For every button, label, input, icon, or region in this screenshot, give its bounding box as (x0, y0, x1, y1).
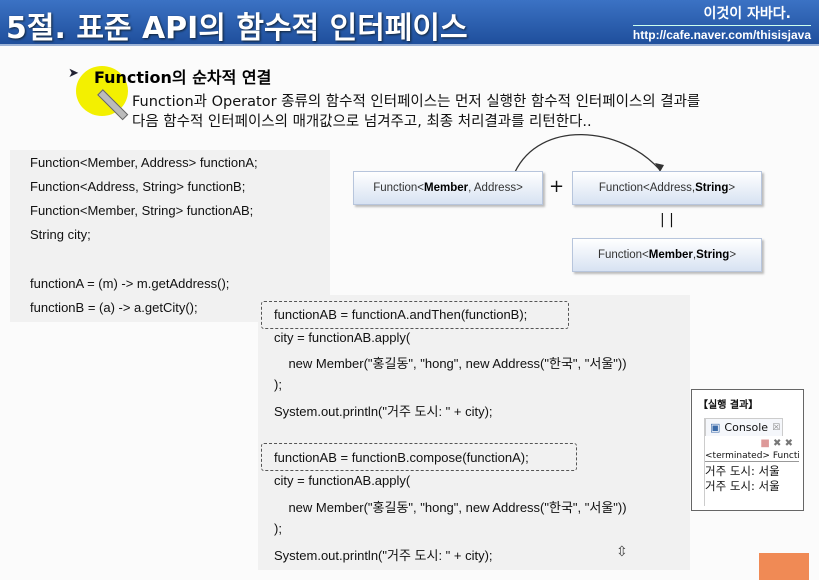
close-icon[interactable]: ☒ (772, 423, 780, 433)
console-toolbar: ■ ✖ ✖ (760, 438, 793, 449)
console-output: 거주 도시: 서울 거주 도시: 서울 (705, 462, 799, 494)
code-line: System.out.println("거주 도시: " + city); (274, 548, 493, 563)
code-line: ); (274, 521, 282, 536)
plus-sign: + (549, 176, 565, 197)
stop-icon[interactable]: ■ (760, 438, 769, 449)
code-line: new Member("홍길동", "hong", new Address("한… (274, 500, 627, 515)
console-tab[interactable]: ▣ Console ☒ (705, 418, 783, 436)
console-tab-label: Console (724, 421, 769, 434)
code-line: ); (274, 377, 282, 392)
code-block-usage: functionAB = functionA.andThen(functionB… (258, 295, 690, 570)
code-line: functionAB = functionB.compose(functionA… (274, 450, 529, 465)
code-line: city = functionAB.apply( (274, 473, 411, 488)
diagram-box-function-a: Function< Member, Address> (353, 171, 543, 205)
console-status: <terminated> Functi (705, 451, 799, 462)
console-icon: ▣ (710, 421, 721, 434)
diagram-box-function-ab: Function< Member, String > (572, 238, 762, 272)
code-line: System.out.println("거주 도시: " + city); (274, 404, 493, 419)
channel-logo (759, 553, 809, 580)
console-line: 거주 도시: 서울 (705, 464, 780, 478)
text-cursor-icon: ⇳ (616, 544, 628, 560)
code-line: city = functionAB.apply( (274, 330, 411, 345)
equals-sign: | | (660, 212, 674, 228)
result-label: 【실행 결과】 (698, 400, 759, 411)
code-line: new Member("홍길동", "hong", new Address("한… (274, 356, 627, 371)
code-line: functionAB = functionA.andThen(functionB… (274, 307, 528, 322)
execution-result-panel: 【실행 결과】 ▣ Console ☒ ■ ✖ ✖ <terminated> F… (691, 389, 804, 511)
console-line: 거주 도시: 서울 (705, 479, 780, 493)
diagram-box-function-b: Function<Address, String > (572, 171, 762, 205)
